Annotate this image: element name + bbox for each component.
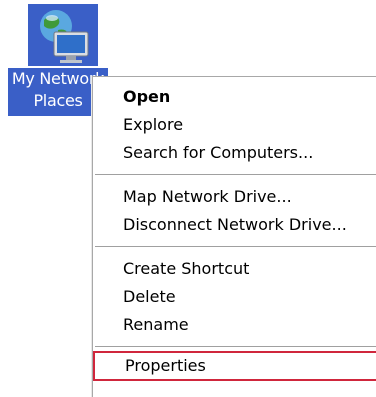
context-menu: Open Explore Search for Computers... Map… bbox=[92, 76, 376, 397]
menu-item-delete[interactable]: Delete bbox=[123, 284, 176, 310]
network-places-icon bbox=[28, 4, 98, 66]
menu-item-map-network-drive[interactable]: Map Network Drive... bbox=[123, 184, 292, 210]
menu-separator bbox=[95, 246, 376, 248]
menu-item-rename[interactable]: Rename bbox=[123, 312, 189, 338]
menu-separator bbox=[95, 174, 376, 176]
menu-item-properties[interactable]: Properties bbox=[93, 351, 376, 381]
menu-item-disconnect-network-drive[interactable]: Disconnect Network Drive... bbox=[123, 212, 347, 238]
menu-item-open[interactable]: Open bbox=[123, 84, 170, 110]
menu-item-create-shortcut[interactable]: Create Shortcut bbox=[123, 256, 249, 282]
menu-separator bbox=[95, 346, 376, 348]
menu-item-search-for-computers[interactable]: Search for Computers... bbox=[123, 140, 313, 166]
menu-item-explore[interactable]: Explore bbox=[123, 112, 183, 138]
